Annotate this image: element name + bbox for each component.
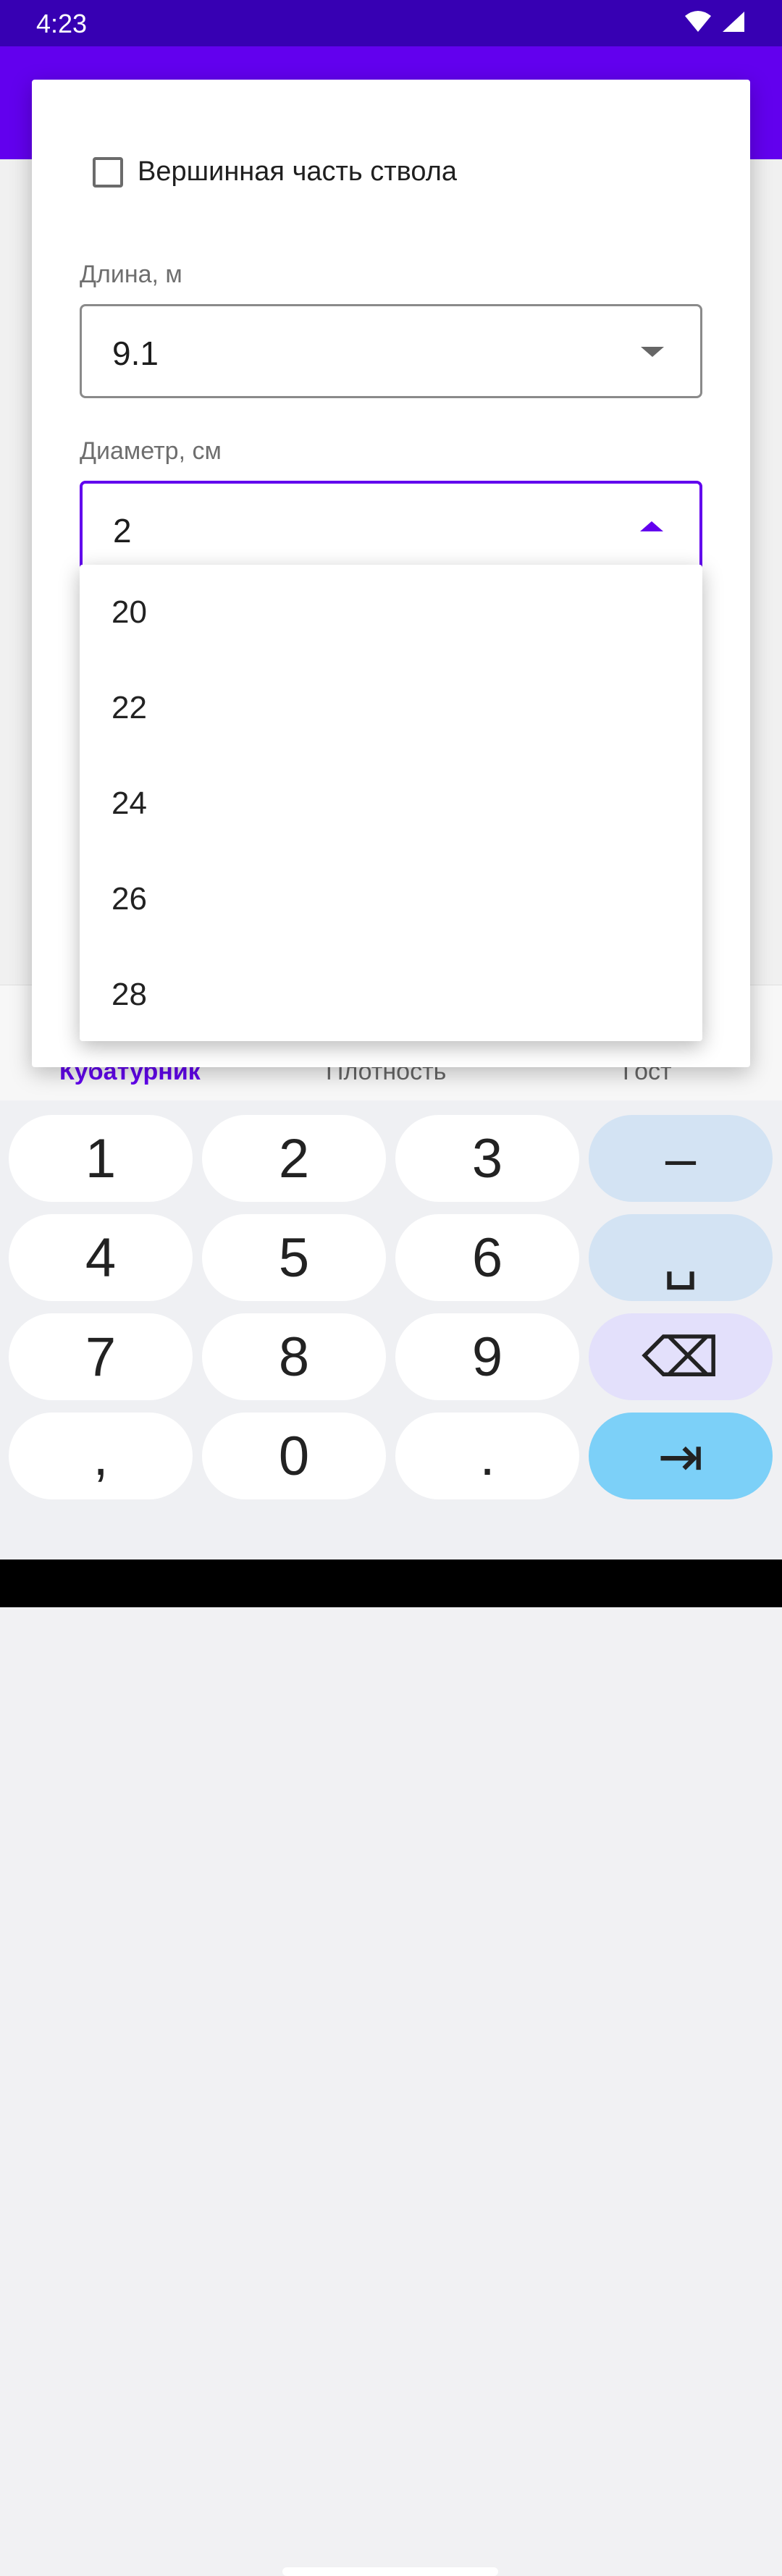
key-3[interactable]: 3 (395, 1115, 579, 1202)
status-time: 4:23 (36, 9, 88, 38)
diameter-dropdown[interactable]: 2 (80, 481, 702, 568)
length-label: Длина, м (80, 261, 182, 288)
chevron-up-icon (640, 521, 663, 531)
numeric-keyboard: 1 2 3 – 4 5 6 ␣ 7 8 9 ⌫ , 0 . ⇥ (0, 1100, 782, 2576)
diameter-options-menu: 20 22 24 26 28 (80, 565, 702, 1041)
key-5[interactable]: 5 (202, 1214, 386, 1301)
option-item[interactable]: 28 (80, 947, 702, 1043)
signal-icon (723, 12, 744, 32)
key-0[interactable]: 0 (202, 1413, 386, 1499)
chevron-down-icon (641, 347, 664, 357)
length-dropdown[interactable]: 9.1 (80, 304, 702, 398)
key-9[interactable]: 9 (395, 1313, 579, 1400)
diameter-label: Диаметр, см (80, 437, 222, 465)
key-space[interactable]: ␣ (589, 1214, 773, 1301)
status-bar: 4:23 (0, 0, 782, 46)
status-icons (684, 10, 746, 33)
length-value: 9.1 (112, 334, 159, 372)
key-6[interactable]: 6 (395, 1214, 579, 1301)
wifi-icon (685, 11, 711, 32)
key-period[interactable]: . (395, 1413, 579, 1499)
checkbox-label: Вершинная часть ствола (138, 156, 458, 187)
key-4[interactable]: 4 (9, 1214, 193, 1301)
option-item[interactable]: 24 (80, 756, 702, 851)
backspace-key[interactable]: ⌫ (589, 1313, 773, 1400)
option-item[interactable]: 26 (80, 851, 702, 947)
option-item[interactable]: 20 (80, 565, 702, 660)
key-2[interactable]: 2 (202, 1115, 386, 1202)
system-nav-bar (0, 1560, 782, 1607)
key-7[interactable]: 7 (9, 1313, 193, 1400)
home-pill[interactable] (282, 2567, 498, 2576)
checkbox[interactable] (93, 156, 123, 188)
option-item[interactable]: 22 (80, 660, 702, 756)
key-minus[interactable]: – (589, 1115, 773, 1202)
next-key[interactable]: ⇥ (589, 1413, 773, 1499)
top-part-checkbox-row[interactable]: Вершинная часть ствола (93, 156, 457, 188)
key-8[interactable]: 8 (202, 1313, 386, 1400)
key-comma[interactable]: , (9, 1413, 193, 1499)
diameter-value: 2 (113, 512, 132, 550)
key-1[interactable]: 1 (9, 1115, 193, 1202)
